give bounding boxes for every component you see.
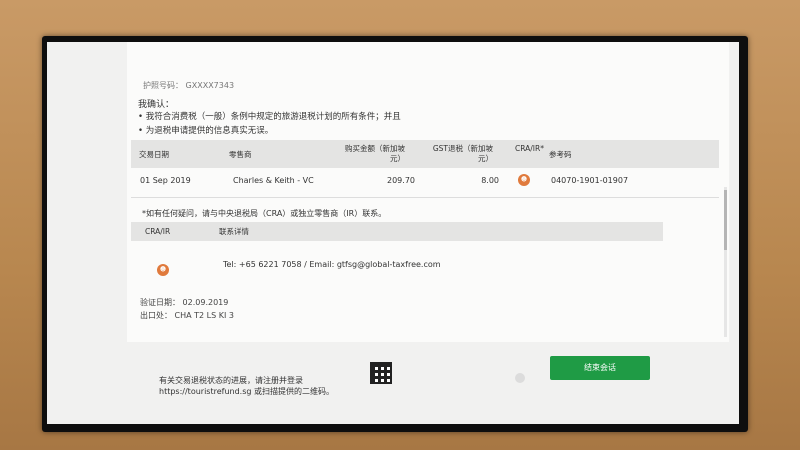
cra-icon: ☻ (518, 174, 530, 186)
header-date: 交易日期 (139, 150, 169, 159)
scrollbar-thumb[interactable] (724, 190, 727, 250)
row-divider (131, 197, 719, 198)
contact-table-header: CRA/IR 联系详情 (131, 222, 663, 241)
contact-details: Tel: +65 6221 7058 / Email: gtfsg@global… (223, 260, 441, 269)
header-amount: 购买金额（新加坡元） (345, 144, 405, 163)
exit-point-label: 出口处： (140, 311, 172, 320)
verification-date-value: 02.09.2019 (182, 298, 229, 307)
footer-info: 有关交易退税状态的进展，请注册并登录 https://touristrefund… (159, 376, 334, 396)
exit-point-value: CHA T2 LS KI 3 (174, 311, 234, 320)
qr-code-icon (370, 362, 392, 384)
cell-reference: 04070-1901-01907 (551, 176, 629, 185)
cell-amount: 209.70 (387, 176, 415, 185)
header-reference: 参考码 (549, 150, 572, 159)
cell-date: 01 Sep 2019 (140, 176, 191, 185)
passport-label: 护照号码： (143, 81, 183, 90)
contact-note: *如有任何疑问，请与中央退税局（CRA）或独立零售商（IR）联系。 (142, 209, 387, 218)
header-contact-details: 联系详情 (219, 227, 249, 236)
header-retailer: 零售商 (229, 150, 252, 159)
sensor-icon (515, 373, 525, 383)
confirmation-bullet: • 为退税申请提供的信息真实无误。 (138, 126, 274, 136)
passport-line: 护照号码： GXXXX7343 (143, 80, 234, 91)
cell-retailer: Charles & Keith - VC (233, 176, 314, 185)
end-session-button[interactable]: 结束会话 (550, 356, 650, 380)
header-cra-ir: CRA/IR* (515, 144, 544, 153)
verification-date-line: 验证日期： 02.09.2019 (140, 297, 228, 308)
confirmation-title: 我确认： (138, 100, 175, 110)
confirmation-bullet: • 我符合消费税（一般）条例中规定的旅游退税计划的所有条件；并且 (138, 112, 401, 122)
verification-date-label: 验证日期： (140, 298, 180, 307)
header-cra-ir: CRA/IR (145, 227, 171, 236)
kiosk-screen: 护照号码： GXXXX7343 我确认： • 我符合消费税（一般）条例中规定的旅… (47, 42, 739, 424)
passport-value: GXXXX7343 (185, 81, 235, 90)
cell-gst: 8.00 (481, 176, 499, 185)
header-gst: GST退税（新加坡元） (432, 144, 493, 163)
transactions-table-header: 交易日期 零售商 购买金额（新加坡元） GST退税（新加坡元） CRA/IR* … (131, 140, 719, 168)
exit-point-line: 出口处： CHA T2 LS KI 3 (140, 310, 234, 321)
cra-icon: ☻ (157, 264, 169, 276)
